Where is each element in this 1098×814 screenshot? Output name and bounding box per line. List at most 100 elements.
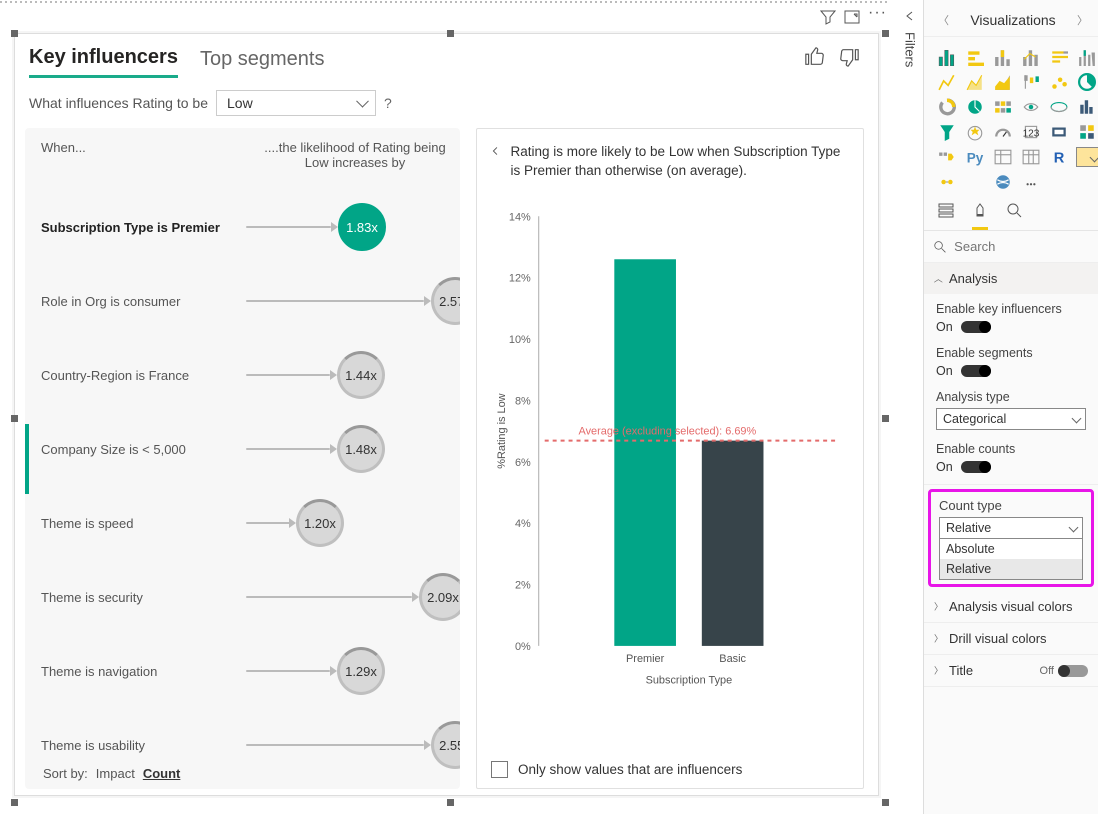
focus-mode-icon[interactable] bbox=[844, 9, 860, 25]
viz-type-icon[interactable] bbox=[1048, 47, 1070, 67]
viz-type-icon[interactable] bbox=[936, 72, 958, 92]
viz-type-icon[interactable] bbox=[1020, 147, 1042, 167]
collapse-arrow-icon bbox=[904, 10, 916, 22]
viz-type-icon[interactable] bbox=[1076, 47, 1098, 67]
viz-type-icon[interactable] bbox=[992, 97, 1014, 117]
viz-type-icon[interactable] bbox=[1020, 172, 1042, 192]
pane-collapse-right-icon[interactable]: 〉 bbox=[1077, 12, 1088, 28]
influencer-row[interactable]: Subscription Type is Premier1.83x bbox=[41, 190, 450, 264]
detail-chart: 0%2%4%6%8%10%12%14%PremierBasicAverage (… bbox=[491, 205, 849, 695]
count-type-option-relative[interactable]: Relative bbox=[940, 559, 1082, 579]
tab-top-segments[interactable]: Top segments bbox=[200, 48, 325, 77]
viz-type-icon[interactable]: Py bbox=[964, 147, 986, 167]
search-icon bbox=[934, 240, 946, 254]
svg-text:10%: 10% bbox=[509, 334, 531, 346]
enable-ki-state: On bbox=[936, 320, 953, 334]
influencer-bubble: 1.83x bbox=[338, 203, 386, 251]
title-section[interactable]: 〈Title Off bbox=[924, 655, 1098, 687]
analysis-type-label: Analysis type bbox=[936, 390, 1086, 404]
count-type-select[interactable]: Relative bbox=[939, 517, 1083, 539]
search-input[interactable] bbox=[954, 239, 1088, 254]
drill-visual-colors-section[interactable]: 〈 Drill visual colors bbox=[924, 623, 1098, 655]
tab-key-influencers[interactable]: Key influencers bbox=[29, 46, 178, 78]
only-influencers-label: Only show values that are influencers bbox=[518, 762, 742, 777]
viz-type-icon[interactable] bbox=[964, 172, 986, 192]
likelihood-header: ....the likelihood of Rating being Low i… bbox=[260, 140, 450, 170]
viz-type-icon[interactable] bbox=[964, 47, 986, 67]
svg-text:Average (excluding selected):: Average (excluding selected): 6.69% bbox=[579, 425, 757, 437]
svg-text:2%: 2% bbox=[515, 579, 531, 591]
viz-type-icon[interactable] bbox=[936, 147, 958, 167]
chevron-down-icon: 〈 bbox=[934, 600, 943, 613]
target-value-dropdown[interactable]: Low bbox=[216, 90, 376, 116]
viz-type-icon[interactable] bbox=[1076, 97, 1098, 117]
viz-type-icon[interactable] bbox=[1020, 47, 1042, 67]
viz-type-icon[interactable] bbox=[936, 172, 958, 192]
sort-by-count[interactable]: Count bbox=[143, 766, 181, 781]
viz-type-icon[interactable] bbox=[1048, 122, 1070, 142]
viz-type-icon[interactable]: 123 bbox=[1020, 122, 1042, 142]
sort-by-label: Sort by: bbox=[43, 766, 88, 781]
enable-ki-toggle[interactable] bbox=[961, 321, 991, 333]
viz-type-icon[interactable] bbox=[1048, 72, 1070, 92]
enable-counts-toggle[interactable] bbox=[961, 461, 991, 473]
viz-type-icon[interactable] bbox=[936, 97, 958, 117]
sort-by-row: Sort by: Impact Count bbox=[43, 766, 180, 781]
drill-visual-colors-label: Drill visual colors bbox=[949, 631, 1047, 646]
viz-type-icon[interactable] bbox=[936, 47, 958, 67]
more-options-icon[interactable]: ··· bbox=[868, 9, 884, 25]
influencer-row[interactable]: Theme is speed1.20x bbox=[41, 486, 450, 560]
sort-by-impact[interactable]: Impact bbox=[96, 766, 135, 781]
svg-text:6%: 6% bbox=[515, 457, 531, 469]
count-type-option-absolute[interactable]: Absolute bbox=[940, 539, 1082, 559]
thumbs-down-icon[interactable] bbox=[838, 46, 860, 68]
analysis-visual-colors-section[interactable]: 〈 Analysis visual colors bbox=[924, 591, 1098, 623]
viz-type-icon[interactable] bbox=[992, 172, 1014, 192]
svg-text:4%: 4% bbox=[515, 518, 531, 530]
filter-icon[interactable] bbox=[820, 9, 836, 25]
influencer-label: Country-Region is France bbox=[41, 368, 246, 383]
fields-tab-icon[interactable] bbox=[938, 202, 954, 230]
viz-type-icon[interactable] bbox=[992, 72, 1014, 92]
chevron-down-icon: 〈 bbox=[934, 632, 943, 645]
thumbs-up-icon[interactable] bbox=[804, 46, 826, 68]
svg-text:%Rating is Low: %Rating is Low bbox=[496, 393, 508, 468]
influencer-label: Theme is speed bbox=[41, 516, 246, 531]
enable-counts-state: On bbox=[936, 460, 953, 474]
influencer-row[interactable]: Company Size is < 5,0001.48x bbox=[41, 412, 450, 486]
viz-type-icon[interactable] bbox=[1076, 122, 1098, 142]
influencer-row[interactable]: Role in Org is consumer2.57x bbox=[41, 264, 450, 338]
viz-type-icon[interactable] bbox=[964, 122, 986, 142]
viz-type-icon[interactable] bbox=[1020, 72, 1042, 92]
viz-type-icon[interactable] bbox=[992, 147, 1014, 167]
enable-seg-toggle[interactable] bbox=[961, 365, 991, 377]
help-icon[interactable]: ? bbox=[384, 95, 392, 111]
viz-type-icon[interactable] bbox=[992, 47, 1014, 67]
influencer-row[interactable]: Theme is security2.09x bbox=[41, 560, 450, 634]
filters-collapsed-tab[interactable]: Filters bbox=[902, 10, 918, 67]
analysis-type-select[interactable]: Categorical bbox=[936, 408, 1086, 430]
influencer-row[interactable]: Country-Region is France1.44x bbox=[41, 338, 450, 412]
influencer-bubble: 2.09x bbox=[419, 573, 460, 621]
viz-type-icon[interactable] bbox=[964, 97, 986, 117]
analysis-section-header[interactable]: 〈 Analysis bbox=[924, 263, 1098, 294]
back-icon[interactable] bbox=[491, 143, 501, 159]
viz-type-icon[interactable]: R bbox=[1048, 147, 1070, 167]
pane-collapse-left-icon[interactable]: 〈 bbox=[938, 12, 949, 28]
viz-type-icon[interactable] bbox=[1020, 97, 1042, 117]
influencer-bubble: 1.29x bbox=[337, 647, 385, 695]
viz-type-icon[interactable] bbox=[1076, 147, 1098, 167]
format-tab-icon[interactable] bbox=[972, 202, 988, 230]
viz-type-icon[interactable] bbox=[1076, 72, 1098, 92]
title-section-label: Title bbox=[949, 663, 973, 678]
analytics-tab-icon[interactable] bbox=[1006, 202, 1022, 230]
viz-type-icon[interactable] bbox=[964, 72, 986, 92]
visualizations-pane: 〈 Visualizations 〉 123PyR 〈 Analysis Ena… bbox=[923, 0, 1098, 814]
viz-type-icon[interactable] bbox=[1048, 97, 1070, 117]
title-toggle[interactable] bbox=[1058, 665, 1088, 677]
viz-type-icon[interactable] bbox=[992, 122, 1014, 142]
only-influencers-checkbox[interactable] bbox=[491, 761, 508, 778]
viz-type-icon[interactable] bbox=[936, 122, 958, 142]
influencer-row[interactable]: Theme is navigation1.29x bbox=[41, 634, 450, 708]
analysis-visual-colors-label: Analysis visual colors bbox=[949, 599, 1073, 614]
